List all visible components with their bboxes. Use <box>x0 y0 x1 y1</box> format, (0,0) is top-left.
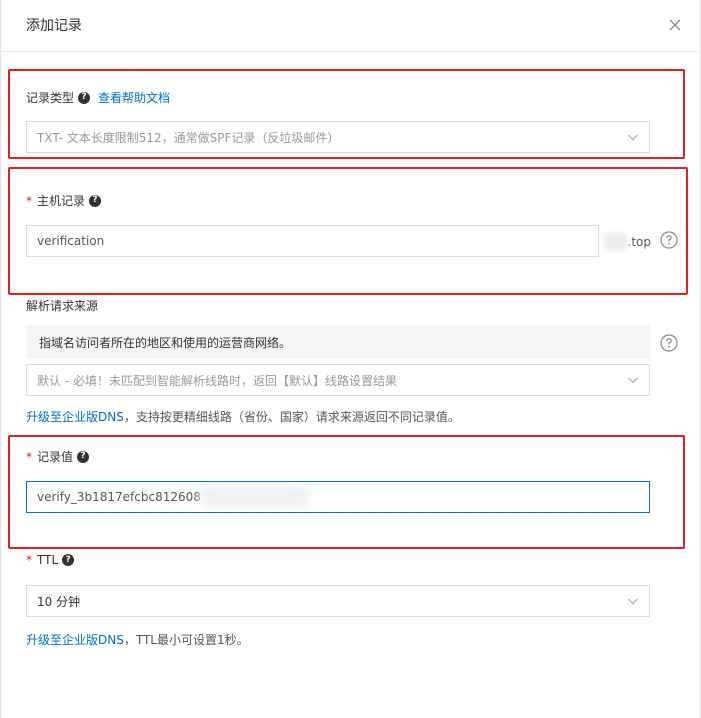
ttl-label-row: * TTL ? <box>26 553 75 567</box>
upgrade-enterprise-dns-link[interactable]: 升级至企业版DNS <box>26 633 124 647</box>
highlight-box-record-value <box>8 435 685 549</box>
dialog-header: 添加记录 <box>1 0 701 52</box>
chevron-down-icon <box>627 595 639 607</box>
resolve-source-notice: 指域名访问者所在的地区和使用的运营商网络。 <box>26 325 650 359</box>
ttl-upgrade-text: ，TTL最小可设置1秒。 <box>123 633 249 647</box>
close-icon[interactable] <box>666 16 684 34</box>
highlight-box-host-record <box>8 167 688 295</box>
dialog-title: 添加记录 <box>26 18 82 34</box>
resolve-source-label-row: 解析请求来源 <box>26 297 98 314</box>
ttl-upgrade-hint: 升级至企业版DNS，TTL最小可设置1秒。 <box>26 631 249 648</box>
chevron-down-icon <box>627 374 639 386</box>
ttl-selected: 10 分钟 <box>37 594 81 609</box>
resolve-source-selected: 默认 - 必填！未匹配到智能解析线路时，返回【默认】线路设置结果 <box>37 373 397 388</box>
question-circle-icon[interactable] <box>660 334 678 352</box>
resolve-source-notice-text: 指域名访问者所在的地区和使用的运营商网络。 <box>39 335 292 350</box>
highlight-box-record-type <box>8 69 685 159</box>
add-record-dialog: 添加记录 记录类型 ? 查看帮助文档 TXT- 文本长度限制512，通常做SPF… <box>0 0 701 718</box>
ttl-select[interactable]: 10 分钟 <box>26 585 650 617</box>
resolve-source-upgrade-hint: 升级至企业版DNS，支持按更精细线路（省份、国家）请求来源返回不同记录值。 <box>26 408 460 425</box>
resolve-source-upgrade-text: ，支持按更精细线路（省份、国家）请求来源返回不同记录值。 <box>123 410 460 424</box>
ttl-label: TTL <box>37 553 59 567</box>
question-icon[interactable]: ? <box>62 554 75 566</box>
upgrade-enterprise-dns-link[interactable]: 升级至企业版DNS <box>26 410 124 424</box>
resolve-source-label: 解析请求来源 <box>26 299 99 313</box>
resolve-source-select[interactable]: 默认 - 必填！未匹配到智能解析线路时，返回【默认】线路设置结果 <box>26 364 650 396</box>
required-mark: * <box>26 553 32 567</box>
